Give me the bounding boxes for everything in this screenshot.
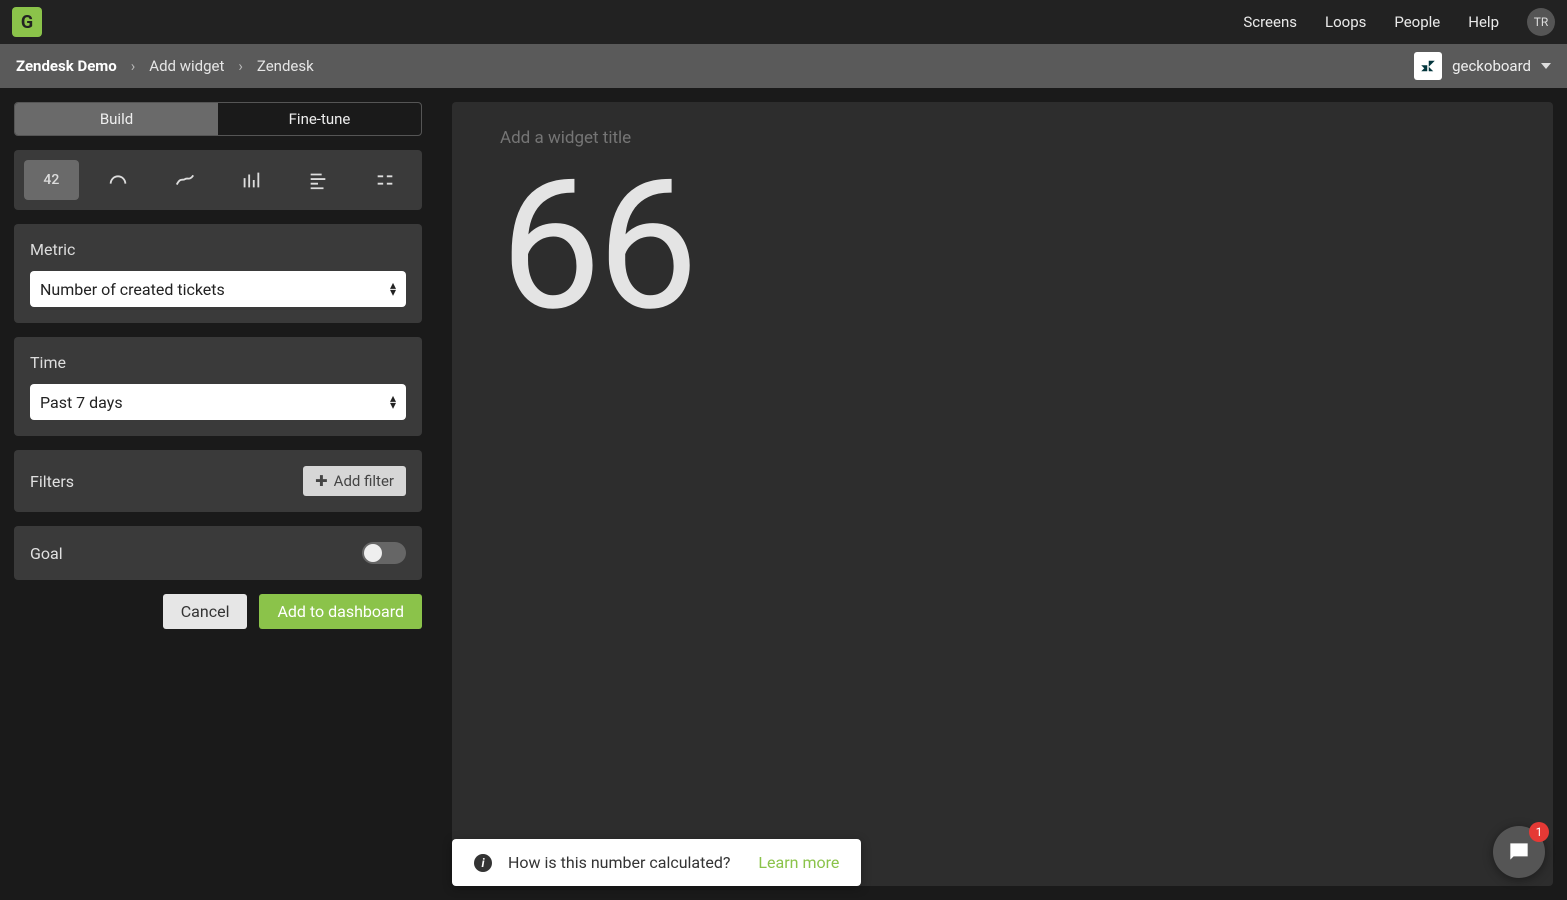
account-selector[interactable]: geckoboard xyxy=(1414,52,1551,80)
leaderboard-icon xyxy=(374,169,396,191)
chevron-down-icon xyxy=(1541,63,1551,69)
config-sidebar: Build Fine-tune 42 Metric xyxy=(14,102,422,886)
goal-toggle[interactable] xyxy=(362,542,406,564)
chevron-right-icon: › xyxy=(131,57,136,75)
header-nav: Screens Loops People Help TR xyxy=(1243,8,1555,36)
time-select[interactable] xyxy=(30,384,406,420)
viz-bar-button[interactable] xyxy=(291,160,346,200)
time-select-wrap: ▴▾ xyxy=(30,384,406,420)
chat-launcher[interactable]: 1 xyxy=(1493,826,1545,878)
goal-panel: Goal xyxy=(14,526,422,580)
bar-chart-icon xyxy=(307,169,329,191)
widget-preview: 66 xyxy=(452,102,1553,886)
breadcrumb-bar: Zendesk Demo › Add widget › Zendesk geck… xyxy=(0,44,1567,88)
plus-icon: ✚ xyxy=(315,472,328,490)
time-label: Time xyxy=(30,353,406,372)
breadcrumb-item-addwidget[interactable]: Add widget xyxy=(149,57,224,75)
zendesk-icon xyxy=(1414,52,1442,80)
time-panel: Time ▴▾ xyxy=(14,337,422,436)
top-header: G Screens Loops People Help TR xyxy=(0,0,1567,44)
nav-help[interactable]: Help xyxy=(1468,13,1499,31)
account-name: geckoboard xyxy=(1452,57,1531,75)
viz-leaderboard-button[interactable] xyxy=(357,160,412,200)
toggle-knob xyxy=(364,544,382,562)
line-chart-icon xyxy=(174,169,196,191)
preview-column: 66 xyxy=(452,102,1553,886)
metric-label: Metric xyxy=(30,240,406,259)
viz-line-button[interactable] xyxy=(157,160,212,200)
header-left: G xyxy=(12,7,42,37)
breadcrumb-item-root[interactable]: Zendesk Demo xyxy=(16,57,117,75)
main-area: Build Fine-tune 42 Metric xyxy=(0,88,1567,900)
chat-badge: 1 xyxy=(1529,822,1549,842)
add-to-dashboard-button[interactable]: Add to dashboard xyxy=(259,594,422,629)
breadcrumb: Zendesk Demo › Add widget › Zendesk xyxy=(16,57,314,75)
info-icon: i xyxy=(474,854,492,872)
breadcrumb-item-zendesk[interactable]: Zendesk xyxy=(257,57,314,75)
add-filter-button[interactable]: ✚ Add filter xyxy=(303,466,406,496)
nav-screens[interactable]: Screens xyxy=(1243,13,1297,31)
viz-column-button[interactable] xyxy=(224,160,279,200)
preview-number: 66 xyxy=(500,156,1505,336)
column-chart-icon xyxy=(240,169,262,191)
chat-icon xyxy=(1506,839,1532,865)
gauge-icon xyxy=(107,169,129,191)
cancel-button[interactable]: Cancel xyxy=(163,594,248,629)
tab-build[interactable]: Build xyxy=(15,103,218,135)
chevron-right-icon: › xyxy=(238,57,243,75)
metric-select[interactable] xyxy=(30,271,406,307)
metric-panel: Metric ▴▾ xyxy=(14,224,422,323)
viz-number-button[interactable]: 42 xyxy=(24,160,79,200)
action-buttons: Cancel Add to dashboard xyxy=(14,594,422,629)
app-logo[interactable]: G xyxy=(12,7,42,37)
metric-select-wrap: ▴▾ xyxy=(30,271,406,307)
learn-more-link[interactable]: Learn more xyxy=(758,853,839,872)
nav-people[interactable]: People xyxy=(1394,13,1440,31)
viz-gauge-button[interactable] xyxy=(91,160,146,200)
add-filter-label: Add filter xyxy=(334,472,394,490)
tab-finetune[interactable]: Fine-tune xyxy=(218,103,421,135)
filters-panel: Filters ✚ Add filter xyxy=(14,450,422,512)
user-avatar[interactable]: TR xyxy=(1527,8,1555,36)
callout-text: How is this number calculated? xyxy=(508,853,730,872)
goal-label: Goal xyxy=(30,544,63,563)
info-callout: i How is this number calculated? Learn m… xyxy=(452,839,861,886)
config-tabs: Build Fine-tune xyxy=(14,102,422,136)
viz-type-row: 42 xyxy=(14,150,422,210)
filters-label: Filters xyxy=(30,472,74,491)
nav-loops[interactable]: Loops xyxy=(1325,13,1366,31)
